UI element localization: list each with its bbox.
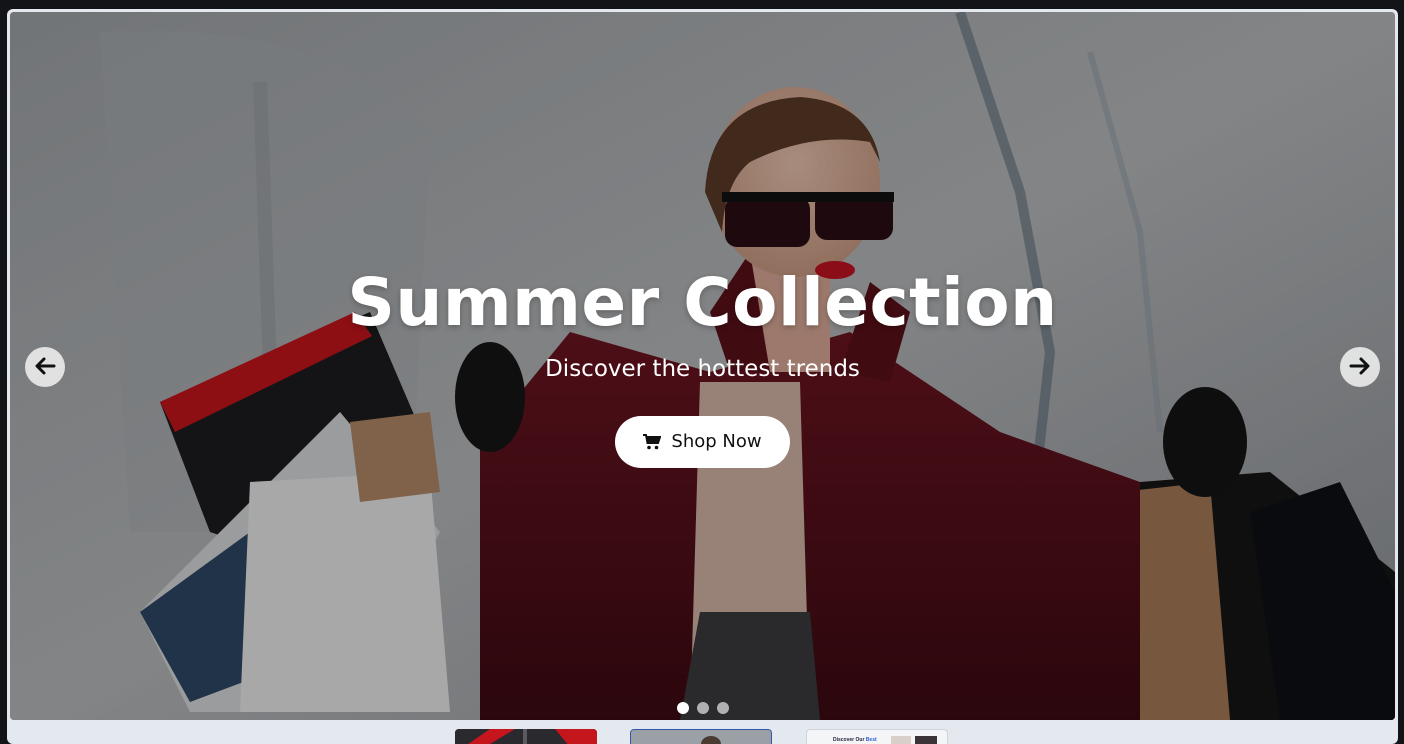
shop-now-button[interactable]: Shop Now [615,415,790,468]
carousel-prev-button[interactable] [25,347,65,387]
thumbnail-3-image [891,736,937,744]
carousel-next-button[interactable] [1340,347,1380,387]
app-frame: Summer Collection Discover the hottest t… [7,9,1398,744]
arrow-right-icon [1349,356,1371,379]
carousel-dot-3[interactable] [716,702,729,714]
hero-title: Summer Collection [347,264,1058,341]
hero-content: Summer Collection Discover the hottest t… [10,270,1395,468]
shop-now-label: Shop Now [671,431,762,453]
carousel-dot-1[interactable] [676,702,689,714]
thumbnail-1[interactable] [455,729,597,744]
carousel-indicators [10,702,1395,714]
thumbnail-strip: Discover Our Best [7,728,1398,744]
hero-subtitle: Discover the hottest trends [545,356,860,382]
arrow-left-icon [34,356,56,379]
thumbnail-3-caption: Discover Our Best [833,737,877,743]
carousel-dot-2[interactable] [696,702,709,714]
thumbnail-2-image [631,730,771,744]
hero-slide: Summer Collection Discover the hottest t… [10,12,1395,720]
cart-icon [643,433,662,450]
thumbnail-2[interactable] [630,729,772,744]
thumbnail-1-image [455,729,597,744]
thumbnail-3[interactable]: Discover Our Best [806,729,948,744]
